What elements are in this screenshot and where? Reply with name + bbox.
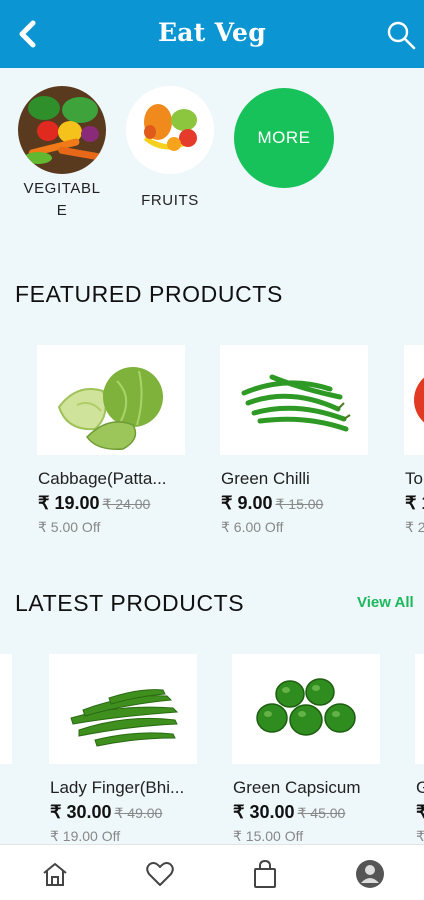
price-value: ₹ 9.00 [221, 493, 273, 513]
home-icon[interactable] [40, 859, 70, 889]
product-card[interactable]: G ₹ ₹ [415, 654, 424, 854]
product-name: Lady Finger(Bhi... [50, 778, 185, 797]
bottom-navigation [0, 844, 424, 900]
price-value: ₹ 30.00 [50, 802, 112, 822]
product-image [220, 345, 368, 455]
product-image [415, 654, 424, 764]
profile-icon[interactable] [355, 859, 385, 889]
price-value: ₹ 1 [405, 493, 424, 513]
product-image [232, 654, 380, 764]
more-categories-button[interactable]: MORE [234, 88, 334, 188]
product-discount: ₹ [416, 828, 424, 844]
product-image [404, 345, 424, 455]
latest-products-heading: LATEST PRODUCTS [15, 590, 245, 616]
fruits-image [126, 86, 214, 174]
mrp-value: ₹ 15.00 [275, 496, 324, 512]
product-name: Green Chilli [221, 469, 310, 488]
app-title: Eat Veg [157, 18, 267, 47]
product-price: ₹ 9.00 ₹ 15.00 [221, 493, 323, 514]
search-icon[interactable] [386, 20, 416, 50]
product-discount: ₹ 15.00 Off [233, 828, 304, 844]
app-bar: Eat Veg [0, 0, 424, 68]
product-discount: ₹ 6.00 Off [221, 519, 284, 535]
price-value: ₹ 30.00 [233, 802, 295, 822]
product-name: G [416, 778, 424, 797]
featured-products-heading: FEATURED PRODUCTS [15, 281, 283, 307]
product-card-partial[interactable] [0, 654, 12, 764]
category-label: FRUITS [141, 192, 199, 209]
product-name: Cabbage(Patta... [38, 469, 167, 488]
product-discount: ₹ 2 [405, 519, 424, 535]
product-image [49, 654, 197, 764]
product-image [0, 654, 12, 764]
category-label: VEGITABL E [23, 180, 101, 219]
product-price: ₹ 30.00 ₹ 49.00 [50, 802, 162, 823]
product-discount: ₹ 5.00 Off [38, 519, 101, 535]
product-name: To [405, 469, 423, 488]
mrp-value: ₹ 45.00 [297, 805, 346, 821]
view-all-link[interactable]: View All [357, 594, 414, 611]
product-price: ₹ [416, 802, 424, 823]
product-image [37, 345, 185, 455]
product-card[interactable]: To ₹ 1 ₹ 2 [404, 345, 424, 545]
vegetable-image [18, 86, 106, 174]
price-value: ₹ 19.00 [38, 493, 100, 513]
price-value: ₹ [416, 802, 424, 822]
product-price: ₹ 19.00 ₹ 24.00 [38, 493, 150, 514]
bag-icon[interactable] [250, 859, 280, 889]
mrp-value: ₹ 24.00 [102, 496, 151, 512]
product-name: Green Capsicum [233, 778, 361, 797]
mrp-value: ₹ 49.00 [114, 805, 163, 821]
product-price: ₹ 1 [405, 493, 424, 514]
product-discount: ₹ 19.00 Off [50, 828, 121, 844]
heart-icon[interactable] [145, 859, 175, 889]
product-price: ₹ 30.00 ₹ 45.00 [233, 802, 345, 823]
